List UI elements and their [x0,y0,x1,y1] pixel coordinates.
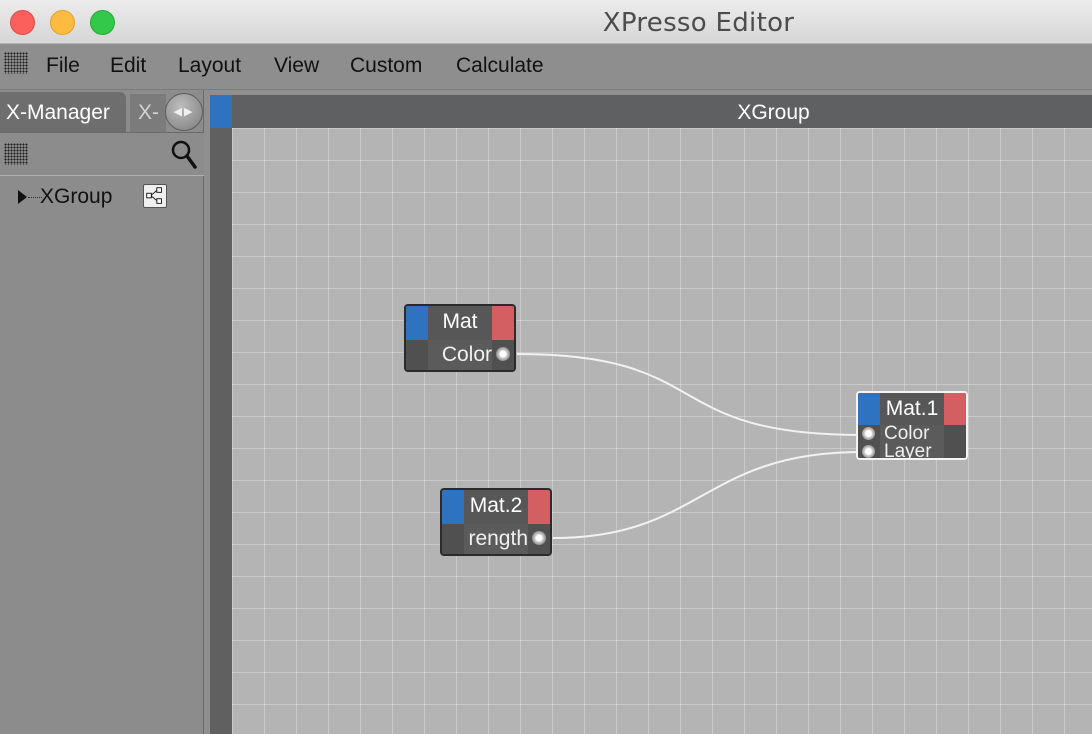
node-input-port-button[interactable] [858,393,880,425]
port-right-pad [944,443,966,458]
menu-file[interactable]: File [46,54,80,78]
output-port-icon[interactable] [532,531,546,545]
window-title: XPresso Editor [602,8,795,38]
port-label: Layer [884,441,932,460]
output-port-icon[interactable] [496,347,510,361]
node-canvas[interactable]: Mat Color Mat.2 rength Mat.1 Color Layer [232,128,1092,734]
node-header[interactable]: Mat [406,306,514,340]
node-mat[interactable]: Mat Color [404,304,516,372]
tab-scroll-arrows-icon[interactable]: ◀▶ [165,93,203,131]
tree-item-label[interactable]: XGroup [40,185,112,209]
node-title: Mat.2 [469,494,523,517]
menu-view[interactable]: View [274,54,319,78]
xgroup-node-icon [143,184,167,208]
node-port-row: Layer [858,441,966,460]
tree-item-xgroup[interactable]: XGroup [0,182,204,212]
xpresso-editor-area: XGroup Mat Color Mat.2 rength Mat.1 Colo… [210,95,1092,734]
input-port-icon[interactable] [862,445,875,458]
menu-bar: File Edit Layout View Custom Calculate [0,44,1092,90]
editor-title: XGroup [737,101,810,124]
expand-arrow-icon[interactable] [18,190,27,204]
menu-custom[interactable]: Custom [350,54,422,78]
editor-header: XGroup [210,95,1092,128]
node-header[interactable]: Mat.1 [858,393,966,425]
port-right-pad [944,425,966,443]
menu-grip-icon[interactable] [4,52,28,74]
wire-mat-color-to-mat1-color[interactable] [516,353,863,436]
port-label: Color [441,343,492,366]
x-manager-panel: X-Manager X- ◀▶ XGroup [0,90,204,734]
node-output-port-button[interactable] [492,306,514,340]
tab-x-manager[interactable]: X-Manager [0,92,126,132]
node-mat-2[interactable]: Mat.2 rength [440,488,552,556]
input-port-icon[interactable] [862,427,875,440]
menu-edit[interactable]: Edit [110,54,146,78]
node-port-row: rength [442,524,550,554]
node-title: Mat.1 [885,397,939,420]
menu-layout[interactable]: Layout [178,54,241,78]
manager-toolbar [0,132,204,176]
node-title: Mat [442,310,478,333]
wire-mat2-to-mat1-layer[interactable] [552,451,863,539]
search-icon[interactable] [170,139,198,171]
node-output-port-button[interactable] [528,490,550,524]
node-input-port-button[interactable] [442,490,464,524]
node-output-port-button[interactable] [944,393,966,425]
menu-calculate[interactable]: Calculate [456,54,544,78]
node-port-row: Color [406,340,514,370]
node-header[interactable]: Mat.2 [442,490,550,524]
title-bar: XPresso Editor [0,0,1092,44]
node-mat-1[interactable]: Mat.1 Color Layer [856,391,968,460]
node-input-port-button[interactable] [406,306,428,340]
port-left-pad [406,340,428,370]
tab-x-truncated[interactable]: X- [130,94,166,132]
toolbar-grip-icon[interactable] [4,143,28,165]
port-label: rength [468,527,528,550]
